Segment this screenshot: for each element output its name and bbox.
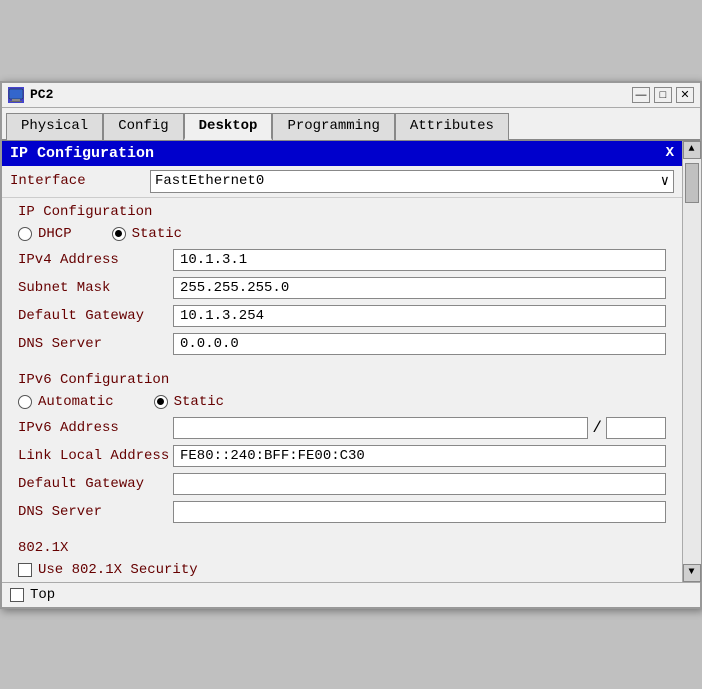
use-802-checkbox[interactable] [18, 563, 32, 577]
ipv6-radio-row: Automatic Static [2, 390, 682, 414]
ipv4-dns-input[interactable] [173, 333, 666, 355]
ipv6-auto-radio[interactable]: Automatic [18, 394, 114, 410]
scroll-down-button[interactable]: ▼ [683, 564, 701, 582]
use-802-row[interactable]: Use 802.1X Security [2, 558, 682, 582]
use-802-label: Use 802.1X Security [38, 562, 198, 578]
dhcp-radio[interactable]: DHCP [18, 226, 72, 242]
ip-config-title: IP Configuration [10, 145, 154, 162]
subnet-mask-row: Subnet Mask [2, 274, 682, 302]
dropdown-arrow-icon: ∨ [661, 173, 669, 190]
separator-2 [2, 526, 682, 534]
interface-value: FastEthernet0 [155, 173, 264, 189]
ipv6-gateway-row: Default Gateway [2, 470, 682, 498]
static-label: Static [132, 226, 182, 242]
ipv6-dns-input[interactable] [173, 501, 666, 523]
tab-programming[interactable]: Programming [272, 113, 394, 140]
ipv4-address-label: IPv4 Address [18, 252, 173, 268]
close-button[interactable]: ✕ [676, 87, 694, 103]
ipv4-gateway-input[interactable] [173, 305, 666, 327]
main-content: IP Configuration X Interface FastEtherne… [2, 141, 682, 582]
ipv6-static-radio-circle [154, 395, 168, 409]
interface-select[interactable]: FastEthernet0 ∨ [150, 170, 674, 193]
ipv6-separator: / [592, 419, 602, 437]
ipv6-input-group: / [173, 417, 666, 439]
section-802-label: 802.1X [2, 534, 682, 558]
content-area: IP Configuration X Interface FastEtherne… [2, 141, 700, 582]
title-bar-left: PC2 [8, 87, 53, 103]
ipv4-dns-row: DNS Server [2, 330, 682, 358]
top-checkbox[interactable] [10, 588, 24, 602]
separator-1 [2, 358, 682, 366]
app-icon [8, 87, 24, 103]
subnet-mask-input[interactable] [173, 277, 666, 299]
ip-config-close-button[interactable]: X [666, 145, 674, 161]
dhcp-radio-circle [18, 227, 32, 241]
ipv4-section-label: IP Configuration [2, 198, 682, 222]
ipv6-dns-label: DNS Server [18, 504, 173, 520]
ipv6-address-row: IPv6 Address / [2, 414, 682, 442]
main-window: PC2 — □ ✕ Physical Config Desktop Progra… [0, 81, 702, 609]
scrollbar-track [683, 159, 701, 564]
scroll-up-button[interactable]: ▲ [683, 141, 701, 159]
minimize-button[interactable]: — [632, 87, 650, 103]
static-radio[interactable]: Static [112, 226, 182, 242]
ipv4-gateway-label: Default Gateway [18, 308, 173, 324]
ipv4-radio-row: DHCP Static [2, 222, 682, 246]
scrollbar: ▲ ▼ [682, 141, 700, 582]
ipv6-gateway-input[interactable] [173, 473, 666, 495]
title-bar: PC2 — □ ✕ [2, 83, 700, 108]
maximize-button[interactable]: □ [654, 87, 672, 103]
ipv6-dns-row: DNS Server [2, 498, 682, 526]
tab-attributes[interactable]: Attributes [395, 113, 509, 140]
bottom-bar: Top [2, 582, 700, 607]
tab-config[interactable]: Config [103, 113, 183, 140]
ipv6-auto-label: Automatic [38, 394, 114, 410]
tab-desktop[interactable]: Desktop [184, 113, 273, 140]
window-title: PC2 [30, 87, 53, 102]
ipv6-address-input[interactable] [173, 417, 588, 439]
subnet-mask-label: Subnet Mask [18, 280, 173, 296]
ipv4-address-input[interactable] [173, 249, 666, 271]
ipv4-dns-label: DNS Server [18, 336, 173, 352]
ipv4-gateway-row: Default Gateway [2, 302, 682, 330]
title-bar-controls: — □ ✕ [632, 87, 694, 103]
ipv6-gateway-label: Default Gateway [18, 476, 173, 492]
ipv6-static-label: Static [174, 394, 224, 410]
link-local-label: Link Local Address [18, 448, 173, 464]
ipv6-prefix-input[interactable] [606, 417, 666, 439]
ipv6-section-label: IPv6 Configuration [2, 366, 682, 390]
interface-row: Interface FastEthernet0 ∨ [2, 166, 682, 198]
link-local-input[interactable] [173, 445, 666, 467]
ipv6-static-radio[interactable]: Static [154, 394, 224, 410]
ipv6-address-label: IPv6 Address [18, 420, 173, 436]
link-local-row: Link Local Address [2, 442, 682, 470]
ipv4-address-row: IPv4 Address [2, 246, 682, 274]
top-label: Top [30, 587, 55, 603]
dhcp-label: DHCP [38, 226, 72, 242]
tab-bar: Physical Config Desktop Programming Attr… [2, 108, 700, 141]
tab-physical[interactable]: Physical [6, 113, 103, 140]
ipv6-auto-radio-circle [18, 395, 32, 409]
scrollbar-thumb[interactable] [685, 163, 699, 203]
interface-label: Interface [10, 173, 150, 189]
static-radio-circle [112, 227, 126, 241]
ip-config-header: IP Configuration X [2, 141, 682, 166]
